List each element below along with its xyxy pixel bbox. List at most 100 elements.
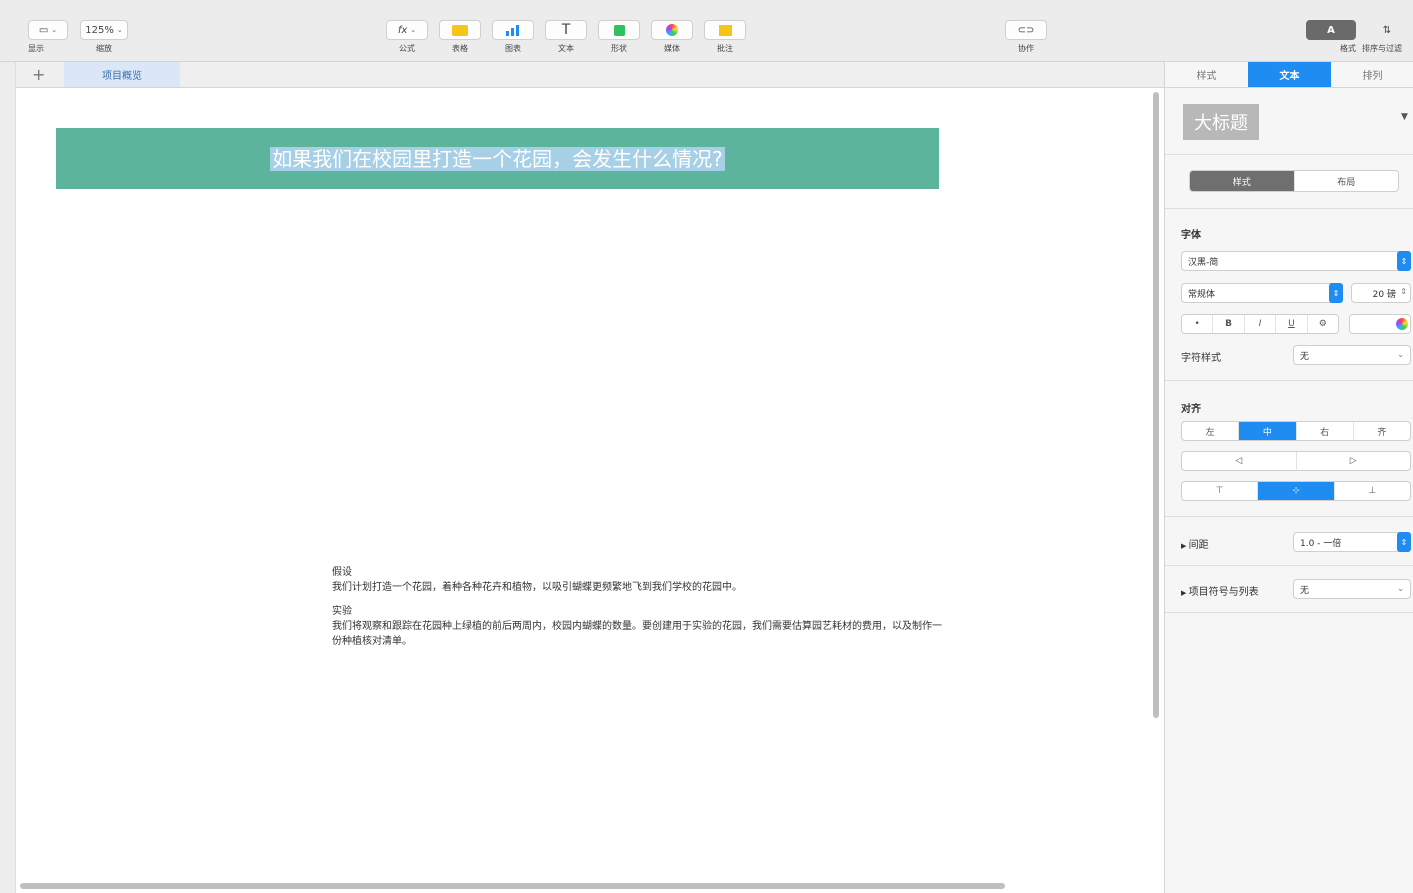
chart-button[interactable]: 图表 (492, 20, 534, 54)
disclosure-triangle-icon: ▶ (1181, 542, 1189, 550)
comment-button[interactable]: 批注 (704, 20, 746, 54)
zoom-label: 缩放 (96, 44, 112, 53)
title-text-selected[interactable]: 如果我们在校园里打造一个花园，会发生什么情况? (270, 146, 725, 171)
spacing-disclosure[interactable]: ▶ 间距 (1181, 536, 1209, 551)
tab-arrange[interactable]: 排列 (1331, 62, 1413, 87)
subtab-layout[interactable]: 布局 (1295, 171, 1399, 191)
font-family-select[interactable]: 汉黑-简 ⇕ (1181, 251, 1411, 271)
underline-button[interactable]: U (1276, 315, 1308, 333)
shape-label: 形状 (611, 44, 627, 53)
popup-arrows-icon: ⇕ (1329, 283, 1343, 303)
divider (1165, 380, 1413, 381)
tab-style[interactable]: 样式 (1165, 62, 1248, 87)
format-label: 格式 (1340, 44, 1356, 53)
chevron-down-icon[interactable]: ▼ (1401, 112, 1408, 122)
font-family-value: 汉黑-简 (1188, 257, 1219, 268)
font-section-label: 字体 (1181, 230, 1201, 241)
align-bottom-button[interactable]: ⊥ (1335, 482, 1410, 500)
function-icon: fx (397, 24, 408, 36)
subtab-style[interactable]: 样式 (1190, 171, 1295, 191)
bullets-disclosure[interactable]: ▶ 项目符号与列表 (1181, 583, 1259, 598)
format-inspector: 样式 文本 排列 大标题 ▼ 样式 布局 字体 汉黑-简 ⇕ 常规体 ⇕ 20 … (1164, 62, 1413, 893)
zoom-button[interactable]: 125% ⌄ 缩放 (80, 20, 128, 54)
title-banner[interactable]: 如果我们在校园里打造一个花园，会发生什么情况? (56, 128, 939, 189)
toolbar: ▭ ⌄ 显示 125% ⌄ 缩放 fx ⌄ 公式 表格 图表 T 文本 形状 媒体 批… (0, 0, 1413, 62)
bullet-style-button[interactable]: • (1182, 315, 1214, 333)
collaborate-button[interactable]: ⊂⊃ 协作 (1005, 20, 1047, 54)
text-color-well[interactable] (1349, 314, 1411, 334)
comment-icon (718, 24, 732, 36)
bar-chart-icon (506, 25, 519, 36)
add-sheet-button[interactable]: + (32, 65, 45, 84)
formula-button[interactable]: fx ⌄ 公式 (386, 20, 428, 54)
horizontal-align-buttons: 左 中 右 齐 (1181, 421, 1411, 441)
align-middle-button[interactable]: ⊹ (1258, 482, 1335, 500)
gear-icon[interactable]: ⚙ (1308, 315, 1338, 333)
align-top-button[interactable]: ⊤ (1182, 482, 1259, 500)
comment-label: 批注 (717, 44, 733, 53)
color-wheel-icon[interactable] (1396, 318, 1408, 330)
align-center-button[interactable]: 中 (1239, 422, 1297, 440)
text-subtabs: 样式 布局 (1189, 170, 1399, 192)
formula-label: 公式 (399, 44, 415, 53)
popup-arrows-icon: ⇕ (1397, 251, 1411, 271)
text-button[interactable]: T 文本 (545, 20, 587, 54)
media-button[interactable]: 媒体 (651, 20, 693, 54)
disclosure-triangle-icon: ▶ (1181, 589, 1189, 597)
italic-button[interactable]: I (1245, 315, 1277, 333)
chevron-down-icon: ⌄ (1397, 584, 1404, 593)
sheet-tab-active[interactable]: 项目概览 (64, 62, 180, 87)
collaborate-label: 协作 (1018, 44, 1034, 53)
popup-arrows-icon: ⇕ (1397, 532, 1411, 552)
table-icon (452, 24, 468, 36)
spacing-label: 间距 (1188, 540, 1209, 551)
line-spacing-select[interactable]: 1.0 - 一倍 ⇕ (1293, 532, 1411, 552)
divider (1165, 208, 1413, 209)
align-left-button[interactable]: 左 (1182, 422, 1240, 440)
divider (1165, 516, 1413, 517)
align-right-button[interactable]: 右 (1297, 422, 1354, 440)
increase-indent-button[interactable]: ▷ (1297, 452, 1411, 470)
tab-text[interactable]: 文本 (1248, 62, 1331, 87)
bullets-select[interactable]: 无 ⌄ (1293, 579, 1411, 599)
media-icon (666, 24, 678, 36)
vertical-align-buttons: ⊤ ⊹ ⊥ (1181, 481, 1411, 501)
paragraph-experiment: 实验 我们将观察和跟踪在花园种上绿植的前后两周内，校园内蝴蝶的数量。要创建用于实… (332, 604, 942, 649)
bold-button[interactable]: B (1213, 315, 1245, 333)
format-button[interactable]: A 格式 (1306, 20, 1356, 54)
vertical-scrollbar[interactable] (1153, 92, 1159, 718)
stepper-icon[interactable]: ⇕ (1400, 287, 1407, 296)
paragraph-heading: 实验 (332, 606, 352, 617)
divider (1165, 612, 1413, 613)
line-spacing-value: 1.0 - 一倍 (1300, 538, 1342, 549)
font-size-value: 20 磅 (1372, 289, 1396, 300)
decrease-indent-button[interactable]: ◁ (1182, 452, 1297, 470)
chevron-down-icon: ⌄ (51, 26, 58, 34)
document-canvas[interactable]: 如果我们在校园里打造一个花园，会发生什么情况? 假设 我们计划打造一个花园，着种… (16, 88, 1152, 884)
font-typeface-value: 常规体 (1188, 289, 1216, 300)
view-button[interactable]: ▭ ⌄ 显示 (28, 20, 68, 54)
char-style-value: 无 (1300, 351, 1310, 362)
organize-button[interactable]: ⇅ 排序与过滤 (1362, 20, 1412, 54)
body-text[interactable]: 假设 我们计划打造一个花园，着种各种花卉和植物，以吸引蝴蝶更频繁地飞到我们学校的… (332, 565, 942, 658)
shape-button[interactable]: 形状 (598, 20, 640, 54)
horizontal-scrollbar[interactable] (20, 883, 1005, 889)
chart-label: 图表 (505, 44, 521, 53)
window-edge (0, 62, 16, 893)
chevron-down-icon: ⌄ (116, 26, 123, 34)
sort-icon: ⇅ (1382, 24, 1392, 36)
paragraph-style-preview[interactable]: 大标题 (1183, 104, 1259, 140)
sheet-tab-bar: + 项目概览 (16, 62, 1164, 88)
paragraph-hypothesis: 假设 我们计划打造一个花园，着种各种花卉和植物，以吸引蝴蝶更频繁地飞到我们学校的… (332, 565, 942, 595)
chevron-down-icon: ⌄ (1397, 350, 1404, 359)
table-label: 表格 (452, 44, 468, 53)
font-typeface-select[interactable]: 常规体 ⇕ (1181, 283, 1343, 303)
align-justify-button[interactable]: 齐 (1354, 422, 1410, 440)
paintbrush-icon: A (1327, 24, 1335, 36)
table-button[interactable]: 表格 (439, 20, 481, 54)
bullets-label: 项目符号与列表 (1188, 587, 1259, 598)
chevron-down-icon: ⌄ (410, 26, 417, 34)
font-size-field[interactable]: 20 磅 ⇕ (1351, 283, 1411, 303)
char-style-select[interactable]: 无 ⌄ (1293, 345, 1411, 365)
paragraph-body: 我们计划打造一个花园，着种各种花卉和植物，以吸引蝴蝶更频繁地飞到我们学校的花园中… (332, 582, 742, 593)
